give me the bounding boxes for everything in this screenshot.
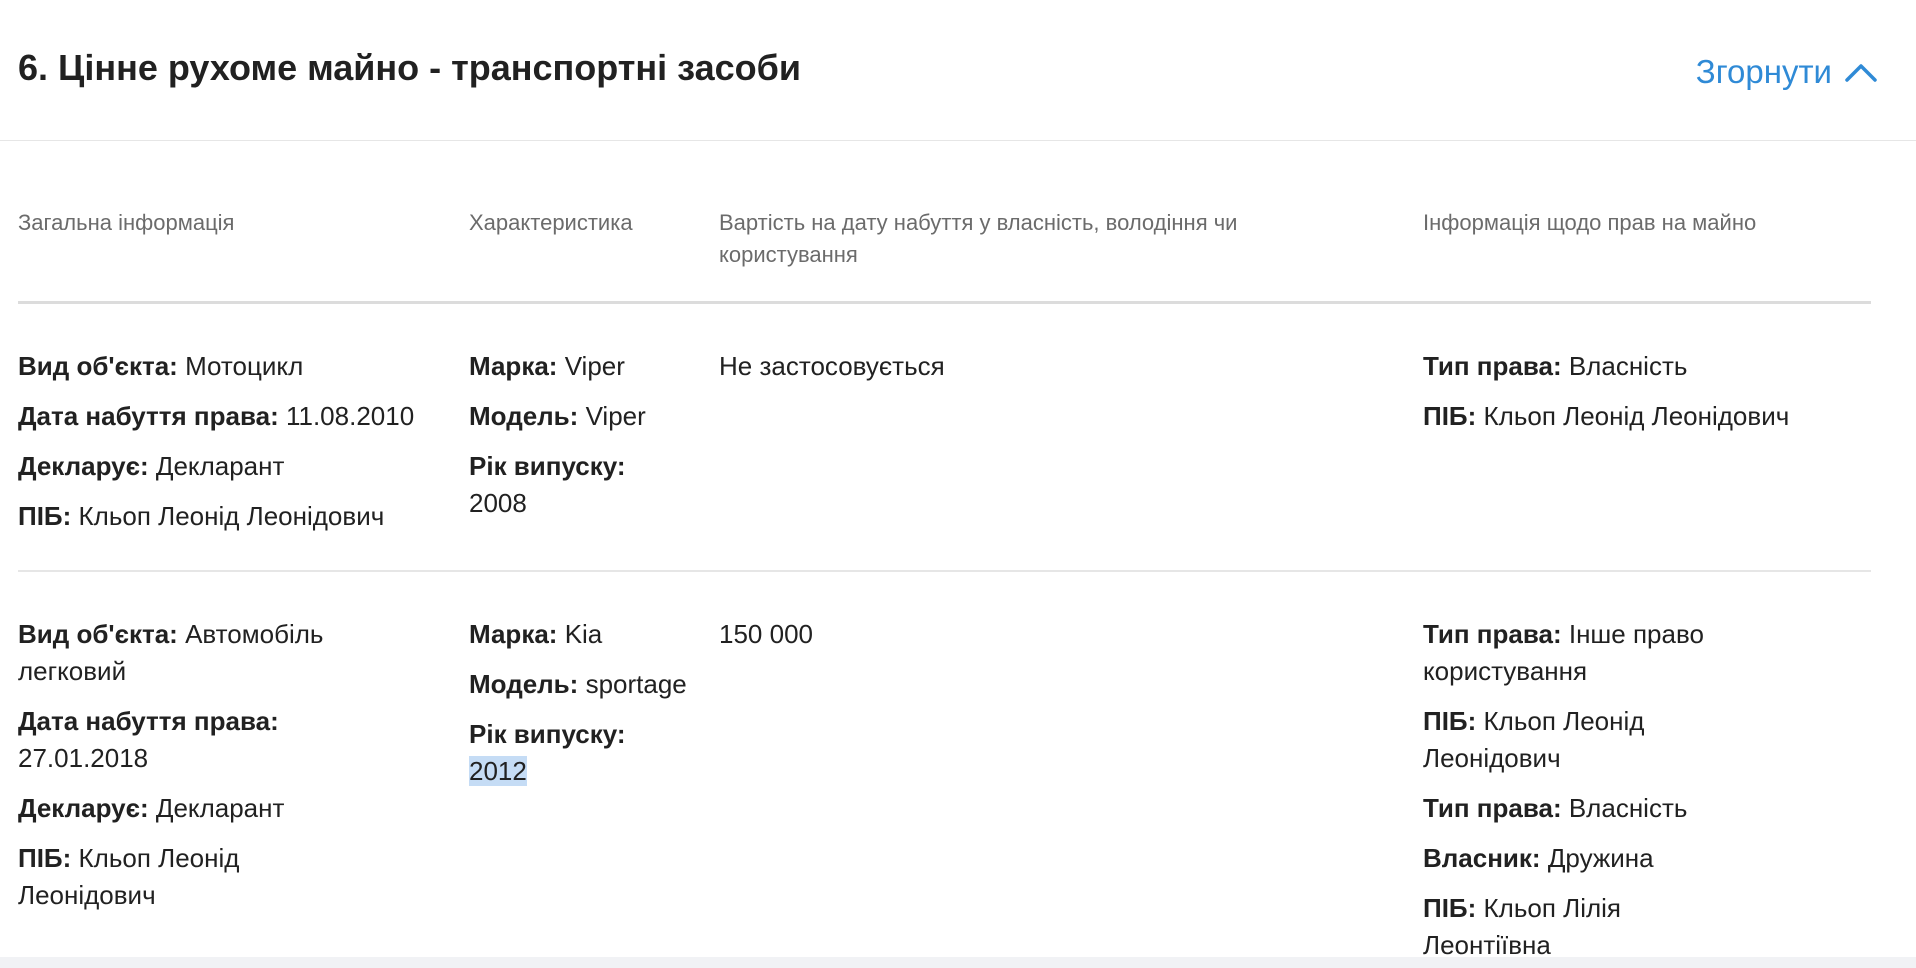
right-holder-name: ПІБ: Кльоп Лілія Леонтіївна	[1423, 893, 1621, 960]
owner-name: ПІБ: Кльоп Леонід Леонідович	[18, 843, 240, 910]
right-type: Тип права: Власність	[1423, 793, 1688, 823]
owner-relation: Власник: Дружина	[1423, 843, 1654, 873]
right-holder-name: ПІБ: Кльоп Леонід Леонідович	[1423, 401, 1790, 431]
right-type: Тип права: Власність	[1423, 351, 1688, 381]
general-info-cell: Вид об'єкта: Мотоцикл Дата набуття права…	[18, 348, 448, 548]
section-header: 6. Цінне рухоме майно - транспортні засо…	[0, 0, 1916, 141]
object-type: Вид об'єкта: Автомобіль легковий	[18, 619, 324, 686]
value-cell: Не застосовується	[719, 348, 1279, 398]
right-type: Тип права: Інше право користування	[1423, 619, 1704, 686]
vehicles-table: Загальна інформація Характеристика Варті…	[18, 141, 1871, 960]
specs-cell: Марка: Kia Модель: sportage Рік випуску:…	[469, 616, 709, 790]
collapse-button[interactable]: Згорнути	[1696, 50, 1878, 94]
owner-name: ПІБ: Кльоп Леонід Леонідович	[18, 501, 385, 531]
rights-cell: Тип права: Власність ПІБ: Кльоп Леонід Л…	[1423, 348, 1871, 448]
table-row: Вид об'єкта: Автомобіль легковий Дата на…	[18, 572, 1871, 960]
acquisition-value: 150 000	[719, 619, 813, 649]
value-cell: 150 000	[719, 616, 1279, 666]
brand: Марка: Viper	[469, 351, 625, 381]
specs-cell: Марка: Viper Модель: Viper Рік випуску: …	[469, 348, 709, 522]
year-label: Рік випуску:	[469, 451, 626, 481]
table-header: Загальна інформація Характеристика Варті…	[18, 141, 1871, 304]
general-info-cell: Вид об'єкта: Автомобіль легковий Дата на…	[18, 616, 358, 927]
section-title: 6. Цінне рухоме майно - транспортні засо…	[18, 47, 801, 88]
rights-cell: Тип права: Інше право користування ПІБ: …	[1423, 616, 1753, 968]
acquisition-date: Дата набуття права: 27.01.2018	[18, 706, 279, 773]
model: Модель: sportage	[469, 669, 687, 699]
column-header-specs: Характеристика	[469, 210, 633, 235]
column-header-general: Загальна інформація	[18, 210, 235, 235]
declarer: Декларує: Декларант	[18, 793, 285, 823]
column-header-value: Вартість на дату набуття у власність, во…	[719, 210, 1238, 267]
acquisition-date: Дата набуття права: 11.08.2010	[18, 401, 415, 431]
section-divider	[0, 957, 1916, 968]
model: Модель: Viper	[469, 401, 646, 431]
right-holder-name: ПІБ: Кльоп Леонід Леонідович	[1423, 706, 1645, 773]
declaration-section: 6. Цінне рухоме майно - транспортні засо…	[0, 0, 1916, 968]
declarer: Декларує: Декларант	[18, 451, 285, 481]
year-label: Рік випуску:	[469, 719, 626, 749]
selected-text: 2012	[469, 756, 527, 786]
collapse-label: Згорнути	[1695, 53, 1832, 90]
acquisition-value: Не застосовується	[719, 351, 945, 381]
year-value: 2012	[469, 753, 709, 790]
chevron-up-icon	[1844, 61, 1878, 83]
brand: Марка: Kia	[469, 619, 603, 649]
year-value: 2008	[469, 488, 527, 518]
table-row: Вид об'єкта: Мотоцикл Дата набуття права…	[18, 304, 1871, 572]
column-header-rights: Інформація щодо прав на майно	[1423, 210, 1757, 235]
object-type: Вид об'єкта: Мотоцикл	[18, 351, 304, 381]
